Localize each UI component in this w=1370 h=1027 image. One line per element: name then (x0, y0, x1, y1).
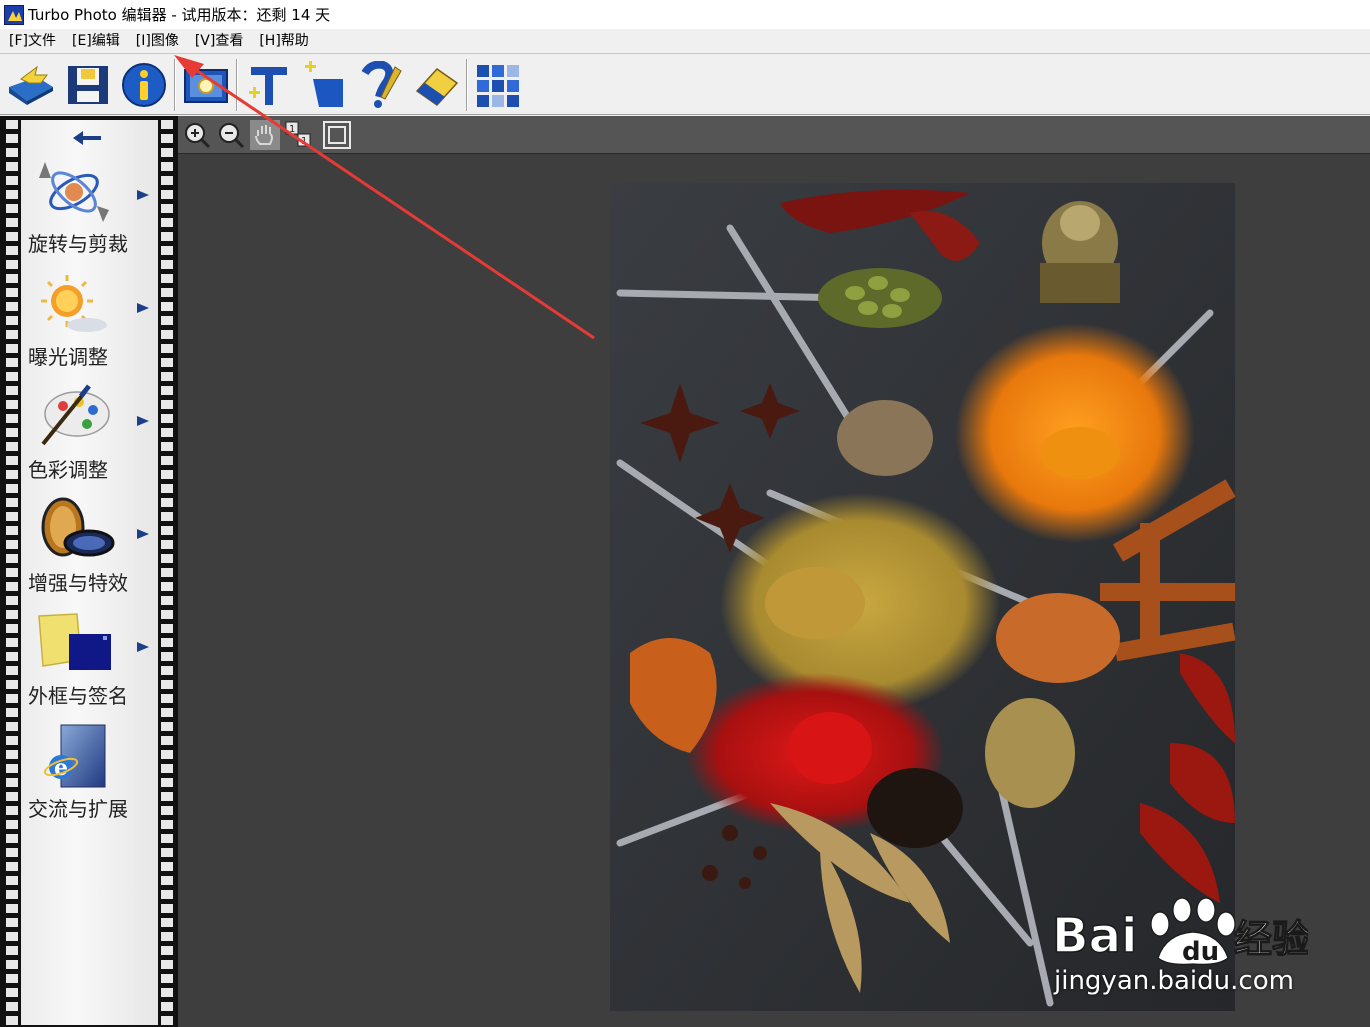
panel-item-rotate-crop[interactable]: 旋转与剪裁 (21, 158, 158, 268)
app-logo-icon (4, 4, 24, 25)
share-extend-icon: e (43, 724, 106, 788)
panel-item-label: 外框与签名 (28, 684, 128, 708)
panel-item-share-extend[interactable]: e 交流与扩展 (21, 723, 158, 833)
fit-window-button[interactable] (322, 120, 352, 150)
baidu-watermark: Bai du 经验 jingyan.baidu.com (1048, 880, 1311, 1000)
open-button[interactable] (4, 57, 60, 113)
zoom-in-icon (185, 123, 211, 149)
viewer-toolbar: 1 1 (178, 116, 1370, 154)
frame-signature-icon (38, 613, 111, 670)
exposure-icon (41, 275, 107, 332)
pan-hand-button[interactable] (250, 120, 280, 150)
title-bar: Turbo Photo 编辑器 - 试用版本：还剩 14 天 (0, 0, 1370, 29)
svg-text:Bai: Bai (1052, 908, 1137, 964)
filmstrip-border (6, 120, 18, 1025)
pan-hand-icon (255, 125, 273, 145)
panel-item-exposure[interactable]: 曝光调整 (21, 271, 158, 381)
svg-text:经验: 经验 (1234, 917, 1308, 961)
submenu-arrow-icon[interactable] (136, 188, 150, 202)
window-title: Turbo Photo 编辑器 - 试用版本：还剩 14 天 (28, 6, 331, 24)
fit-window-icon (323, 121, 351, 149)
submenu-arrow-icon[interactable] (136, 527, 150, 541)
save-button[interactable] (60, 57, 116, 113)
info-button[interactable] (116, 57, 172, 113)
submenu-arrow-icon[interactable] (136, 640, 150, 654)
menu-edit[interactable]: [E]编辑 (64, 30, 128, 52)
menu-file[interactable]: [F]文件 (0, 30, 64, 52)
add-layer-button[interactable] (296, 57, 352, 113)
svg-text:1: 1 (289, 124, 295, 135)
menu-image[interactable]: [I]图像 (128, 30, 187, 52)
capture-button[interactable] (178, 57, 234, 113)
add-layer-icon (305, 60, 343, 107)
save-icon (68, 65, 108, 104)
watermark-url: jingyan.baidu.com (1054, 966, 1294, 996)
rotate-crop-icon (39, 162, 109, 222)
back-arrow-icon[interactable] (71, 128, 103, 148)
zoom-out-icon (219, 123, 245, 149)
submenu-arrow-icon[interactable] (136, 301, 150, 315)
open-icon (9, 65, 53, 105)
eraser-button[interactable] (408, 57, 464, 113)
toolbar-separator (466, 58, 468, 111)
panel-item-label: 曝光调整 (28, 345, 108, 369)
lens-effects-icon (41, 497, 115, 557)
svg-text:du: du (1182, 937, 1219, 967)
panel-item-label: 交流与扩展 (28, 797, 128, 821)
panel-item-color[interactable]: 色彩调整 (21, 384, 158, 494)
main-toolbar (0, 55, 1370, 115)
panel-item-label: 旋转与剪裁 (28, 232, 128, 256)
eraser-icon (415, 67, 459, 106)
text-button[interactable] (240, 57, 296, 113)
menu-view[interactable]: [V]查看 (187, 30, 252, 52)
help-button[interactable] (352, 57, 408, 113)
panel-item-label: 色彩调整 (28, 458, 108, 482)
actual-size-button[interactable]: 1 1 (284, 120, 314, 150)
panel-item-label: 增强与特效 (28, 571, 128, 595)
menu-help[interactable]: [H]帮助 (251, 30, 316, 52)
zoom-in-button[interactable] (182, 120, 212, 150)
svg-text:1: 1 (301, 136, 307, 147)
filmstrip-border (161, 120, 173, 1025)
toolbar-separator (236, 58, 238, 111)
thumbnails-button[interactable] (470, 57, 526, 113)
actual-size-icon: 1 1 (285, 121, 311, 147)
panel-item-frame-signature[interactable]: 外框与签名 (21, 610, 158, 720)
color-palette-icon (41, 384, 110, 446)
text-icon (249, 66, 287, 105)
zoom-out-button[interactable] (216, 120, 246, 150)
help-icon (361, 60, 402, 108)
info-icon (122, 62, 166, 107)
toolbar-separator (174, 58, 176, 111)
capture-icon (184, 68, 228, 103)
tools-panel: 旋转与剪裁 曝光调整 色彩调整 增强与特效 外框与签名 e 交流与扩展 (0, 116, 178, 1027)
baidu-paw-logo: Bai du 经验 (1051, 897, 1311, 967)
submenu-arrow-icon[interactable] (136, 414, 150, 428)
panel-item-enhance[interactable]: 增强与特效 (21, 497, 158, 607)
menu-bar: [F]文件 [E]编辑 [I]图像 [V]查看 [H]帮助 (0, 29, 1370, 54)
thumbnails-icon (477, 64, 519, 107)
tools-panel-face: 旋转与剪裁 曝光调整 色彩调整 增强与特效 外框与签名 e 交流与扩展 (21, 120, 158, 1025)
